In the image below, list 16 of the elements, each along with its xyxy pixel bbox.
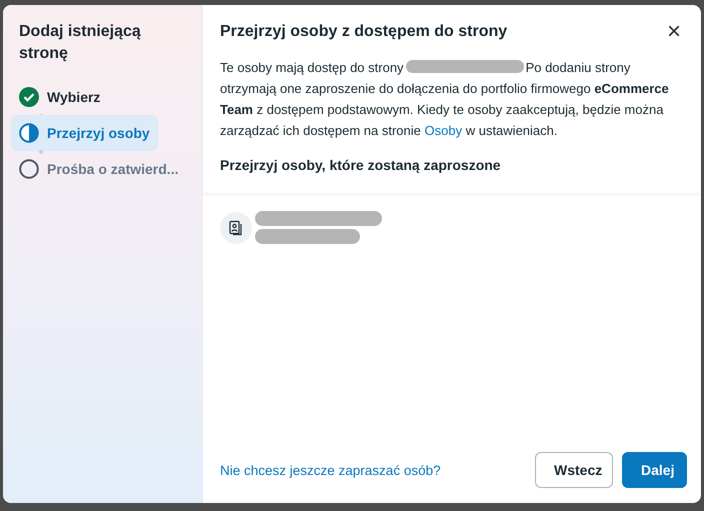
section-heading: Przejrzyj osoby, które zostaną zaproszone [220, 157, 502, 173]
skip-invite-link[interactable]: Nie chcesz jeszcze zapraszać osób? [220, 462, 526, 478]
half-filled-circle-icon [19, 123, 39, 143]
checkmark-icon [19, 87, 39, 107]
id-badge-icon [228, 220, 244, 236]
empty-circle-icon [19, 159, 39, 179]
next-button[interactable]: Dalej [622, 452, 687, 488]
dialog-title: Przejrzyj osoby z dostępem do strony [220, 22, 508, 42]
close-button[interactable]: × [662, 22, 685, 42]
step-item[interactable]: Przejrzyj osoby [11, 115, 158, 151]
step-item[interactable]: Prośba o zatwierd... [11, 151, 186, 187]
sidebar-title: Dodaj istniejącą stronę [19, 22, 142, 64]
back-button[interactable]: Wstecz [535, 452, 613, 488]
description-text: Te osoby mają dostęp do strony Po dodaniu strony otrzymają one zaproszenie do dołączenia do portfolio firmowego eCommerce Team z dostępem podstawowym. Kiedy te osoby zaakceptują, będzie można zarządzać ich dostępem na stronie Osoby w ustawieniach. [220, 59, 670, 140]
people-link[interactable]: Osoby [424, 123, 462, 138]
step-item[interactable]: Wybierz [11, 79, 108, 115]
